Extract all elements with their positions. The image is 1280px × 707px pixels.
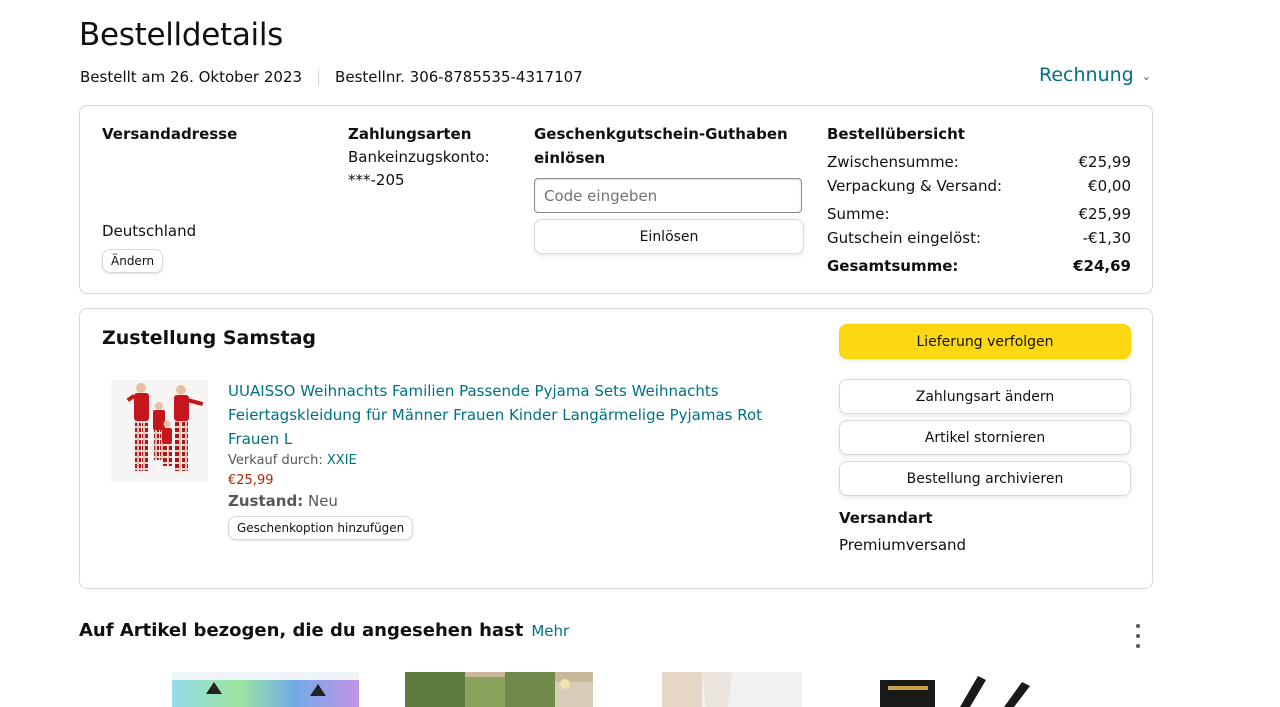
giftcard-heading-line2: einlösen [534, 149, 606, 167]
page-title: Bestelldetails [79, 17, 284, 53]
product-thumbnail [405, 672, 593, 707]
address-country: Deutschland [102, 222, 197, 240]
archive-order-button[interactable]: Bestellung archivieren [839, 461, 1131, 496]
shipping-address-section: Versandadresse [102, 122, 237, 146]
related-item-1[interactable] [172, 672, 359, 707]
related-heading-text: Auf Artikel bezogen, die du angesehen ha… [79, 620, 524, 641]
product-condition: Zustand: Neu [228, 492, 773, 510]
redeem-button-label: Einlösen [639, 228, 699, 245]
related-heading: Auf Artikel bezogen, die du angesehen ha… [79, 620, 569, 641]
shipping-method-heading: Versandart [839, 509, 933, 527]
product-title-link[interactable]: UUAISSO Weihnachts Familien Passende Pyj… [228, 379, 773, 451]
invoice-label: Rechnung [1039, 64, 1134, 86]
product-thumbnail [880, 672, 1035, 707]
payment-heading: Zahlungsarten [348, 125, 472, 143]
cancel-item-label: Artikel stornieren [924, 429, 1046, 446]
invoice-dropdown[interactable]: Rechnung ⌄ [1039, 64, 1151, 86]
order-summary: Bestellübersicht Zwischensumme: €25,99 V… [827, 122, 1131, 278]
more-link[interactable]: Mehr [531, 622, 569, 640]
payment-method: Bankeinzugskonto: [348, 148, 490, 166]
product-thumbnail [172, 672, 359, 707]
product-image[interactable] [107, 378, 212, 484]
payment-section: Zahlungsarten Bankeinzugskonto: ***-205 [348, 122, 490, 192]
giftcard-heading-line1: Geschenkgutschein-Guthaben [534, 125, 788, 143]
related-item-2[interactable] [405, 672, 593, 707]
summary-label: Zwischensumme: [827, 153, 959, 171]
redeem-button[interactable]: Einlösen [534, 219, 804, 254]
more-options-icon[interactable] [1130, 624, 1146, 648]
product-price: €25,99 [228, 473, 274, 488]
related-item-4[interactable] [880, 672, 1035, 707]
summary-row-subtotal: Zwischensumme: €25,99 [827, 150, 1131, 174]
shipping-address-heading: Versandadresse [102, 125, 238, 143]
track-delivery-button[interactable]: Lieferung verfolgen [839, 324, 1131, 359]
summary-label: Verpackung & Versand: [827, 177, 1003, 195]
order-number: Bestellnr. 306-8785535-4317107 [335, 68, 583, 86]
summary-row-shipping: Verpackung & Versand: €0,00 [827, 174, 1131, 198]
change-address-button[interactable]: Ändern [102, 249, 164, 273]
delivery-heading: Zustellung Samstag [102, 327, 316, 349]
summary-heading: Bestellübersicht [827, 125, 965, 143]
summary-value: -€1,30 [1082, 229, 1131, 247]
summary-label: Gesamtsumme: [827, 257, 959, 275]
payment-account: ***-205 [348, 171, 405, 189]
related-item-3[interactable] [662, 672, 802, 707]
gift-option-button[interactable]: Geschenkoption hinzufügen [228, 516, 414, 540]
sold-by: Verkauf durch: XXIE [228, 453, 773, 468]
summary-value: €25,99 [1078, 205, 1132, 223]
track-delivery-label: Lieferung verfolgen [916, 333, 1054, 350]
meta-divider [318, 68, 320, 86]
summary-label: Summe: [827, 205, 890, 223]
summary-value: €0,00 [1088, 177, 1131, 195]
order-info-card: Versandadresse Deutschland Ändern Zahlun… [79, 105, 1153, 294]
change-payment-button[interactable]: Zahlungsart ändern [839, 379, 1131, 414]
sold-by-label: Verkauf durch: [228, 453, 323, 468]
giftcard-placeholder: Code eingeben [544, 186, 658, 205]
order-date: Bestellt am 26. Oktober 2023 [80, 68, 303, 86]
summary-label: Gutschein eingelöst: [827, 229, 981, 247]
seller-link[interactable]: XXIE [327, 453, 357, 468]
order-meta: Bestellt am 26. Oktober 2023 Bestellnr. … [80, 68, 583, 86]
summary-row-sum: Summe: €25,99 [827, 202, 1131, 226]
summary-value: €25,99 [1078, 153, 1132, 171]
summary-row-voucher: Gutschein eingelöst: -€1,30 [827, 226, 1131, 250]
archive-order-label: Bestellung archivieren [906, 470, 1064, 487]
shipping-method-value: Premiumversand [839, 536, 967, 554]
delivery-card: Zustellung Samstag UUAISSO Weihnachts Fa… [79, 308, 1153, 589]
change-payment-label: Zahlungsart ändern [915, 388, 1055, 405]
cancel-item-button[interactable]: Artikel stornieren [839, 420, 1131, 455]
pajama-family-image [107, 378, 212, 484]
condition-value: Neu [307, 492, 338, 510]
product-info: UUAISSO Weihnachts Familien Passende Pyj… [228, 379, 773, 540]
product-thumbnail [662, 672, 802, 707]
chevron-down-icon: ⌄ [1141, 70, 1151, 83]
giftcard-section: Geschenkgutschein-Guthaben einlösen [534, 122, 804, 170]
summary-row-total: Gesamtsumme: €24,69 [827, 254, 1131, 278]
giftcard-code-input[interactable]: Code eingeben [534, 178, 802, 213]
summary-value: €24,69 [1073, 257, 1131, 275]
condition-label: Zustand: [228, 492, 304, 510]
